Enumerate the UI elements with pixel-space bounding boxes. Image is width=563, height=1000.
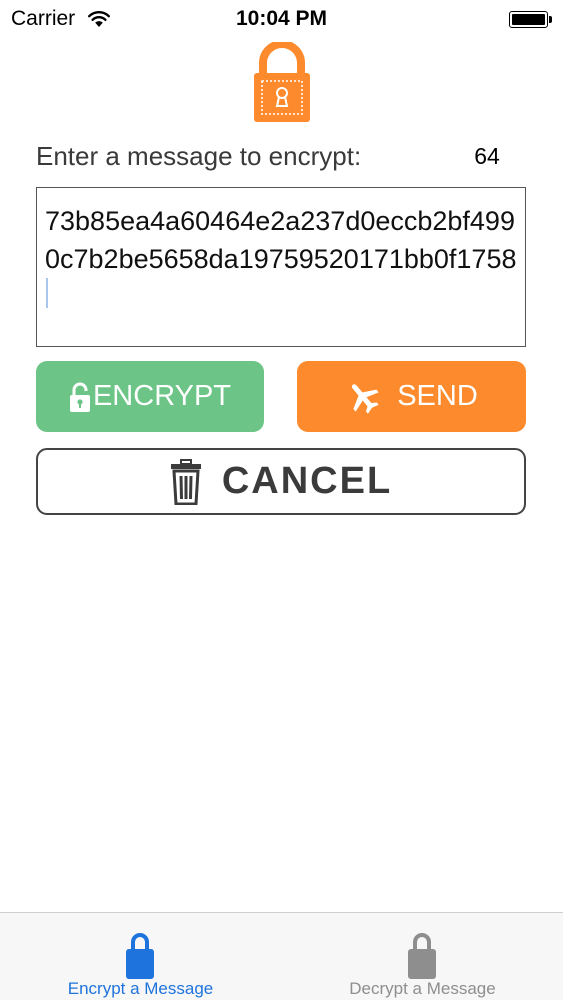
airplane-icon <box>352 383 379 414</box>
tab-encrypt-label: Encrypt a Message <box>67 979 214 998</box>
send-button[interactable]: SEND <box>297 361 526 432</box>
send-button-label: SEND <box>397 380 478 412</box>
character-count: 64 <box>474 143 500 169</box>
status-bar: Carrier 10:04 PM <box>0 0 563 40</box>
cancel-button[interactable]: CANCEL <box>36 448 526 515</box>
padlock-icon <box>126 933 154 979</box>
cancel-button-label: CANCEL <box>221 460 393 502</box>
battery-full-icon <box>509 11 552 28</box>
tab-decrypt-message[interactable]: Decrypt a Message <box>282 913 563 1000</box>
text-caret <box>46 278 48 308</box>
message-text: 73b85ea4a60464e2a237d0eccb2bf4990c7b2be5… <box>45 206 517 274</box>
trash-can-icon <box>170 458 201 505</box>
message-prompt-label: Enter a message to encrypt: <box>36 141 362 171</box>
encrypt-button-label: ENCRYPT <box>92 380 232 412</box>
padlock-icon <box>408 933 436 979</box>
message-input[interactable]: 73b85ea4a60464e2a237d0eccb2bf4990c7b2be5… <box>36 187 526 347</box>
tab-decrypt-label: Decrypt a Message <box>349 979 496 998</box>
tab-encrypt-message[interactable]: Encrypt a Message <box>0 913 281 1000</box>
orange-padlock-icon <box>254 42 310 122</box>
status-time: 10:04 PM <box>235 7 328 30</box>
encrypt-button[interactable]: ENCRYPT <box>36 361 264 432</box>
unlocked-padlock-icon <box>69 382 90 412</box>
tab-bar: Encrypt a Message Decrypt a Message <box>0 912 563 1000</box>
